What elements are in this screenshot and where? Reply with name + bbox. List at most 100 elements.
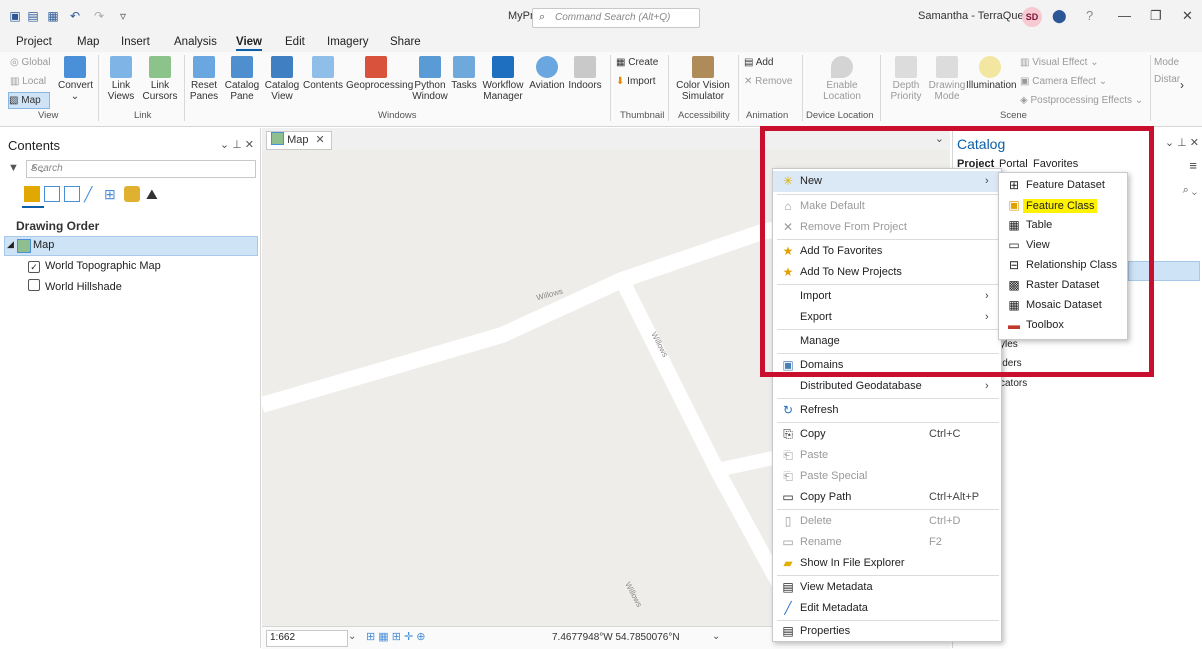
workflow-icon <box>492 56 514 78</box>
geoprocessing-button[interactable]: Geoprocessing <box>346 56 413 91</box>
postprocessing-effects-button[interactable]: ◈ Postprocessing Effects ⌄ <box>1020 95 1143 106</box>
animation-add-button[interactable]: ▤ Add <box>744 57 773 68</box>
menu-item-edit-metadata[interactable]: ╱ Edit Metadata <box>773 598 1001 619</box>
filter-icon[interactable]: ▼ <box>8 162 19 174</box>
workflow-manager-button[interactable]: Workflow Manager <box>480 56 526 102</box>
camera-effect-button[interactable]: ▣ Camera Effect ⌄ <box>1020 76 1107 87</box>
catalog-view-button[interactable]: Catalog View <box>262 56 302 102</box>
map-layer-row[interactable]: ◢ Map <box>4 236 258 256</box>
local-button[interactable]: ▥ Local <box>10 76 46 87</box>
menu-item-copy[interactable]: ⎘ Copy Ctrl+C <box>773 424 1001 445</box>
pane-options-icon[interactable]: ⌄ ⊥ ✕ <box>1165 136 1199 149</box>
tab-view[interactable]: View <box>236 36 262 51</box>
scale-dropdown-icon[interactable]: ⌄ <box>348 631 356 642</box>
menu-item-copy-path[interactable]: ▭ Copy Path Ctrl+Alt+P <box>773 487 1001 508</box>
restore-icon[interactable]: ❐ <box>1150 8 1162 24</box>
animation-remove-button[interactable]: ✕ Remove <box>744 76 792 87</box>
map-view-button[interactable]: ▧ Map <box>8 92 50 109</box>
indoors-button[interactable]: Indoors <box>566 56 604 91</box>
layer-checkbox[interactable] <box>28 279 40 291</box>
menu-item-view-metadata[interactable]: ▤ View Metadata <box>773 577 1001 598</box>
tab-project[interactable]: Project <box>16 36 52 48</box>
redo-icon[interactable]: ↷ <box>92 9 106 23</box>
command-search-input[interactable]: ⌕ Command Search (Alt+Q) <box>532 8 700 28</box>
link-cursors-button[interactable]: Link Cursors <box>140 56 180 102</box>
ribbon-divider <box>802 55 803 121</box>
map-tools-icon[interactable]: ⊞ ▦ ⊞ ✛ ⊕ <box>366 630 426 643</box>
title-bar: ▣ ▤ ▦ ↶ ↷ ▿ MyProject ⌕ Command Search (… <box>0 0 1202 34</box>
mode-button[interactable]: Mode <box>1154 57 1179 68</box>
list-by-editing-icon[interactable]: ╱ <box>84 186 100 202</box>
python-window-button[interactable]: Python Window <box>410 56 450 102</box>
refresh-icon: ↻ <box>782 403 794 417</box>
close-icon[interactable]: ✕ <box>1182 8 1193 24</box>
undo-icon[interactable]: ↶ <box>68 9 82 23</box>
map-view-tab[interactable]: Map ✕ <box>266 131 332 150</box>
list-by-snapping-icon[interactable]: ⊞ <box>104 186 120 202</box>
color-vision-simulator-button[interactable]: Color Vision Simulator <box>672 56 734 102</box>
customize-quick-access-icon[interactable]: ▿ <box>116 9 130 23</box>
tab-analysis[interactable]: Analysis <box>174 36 217 48</box>
list-by-selection-icon[interactable] <box>64 186 80 202</box>
aviation-button[interactable]: Aviation <box>528 56 566 91</box>
scale-selector[interactable]: 1:662 <box>266 630 348 647</box>
search-icon[interactable]: ⌕ ⌄ <box>1183 184 1197 197</box>
user-name[interactable]: Samantha - TerraQuest <box>918 10 1032 22</box>
depth-priority-button[interactable]: Depth Priority <box>886 56 926 102</box>
menu-item-refresh[interactable]: ↻ Refresh <box>773 400 1001 421</box>
minimize-icon[interactable]: — <box>1118 8 1131 23</box>
menu-item-delete[interactable]: ▯ Delete Ctrl+D <box>773 511 1001 532</box>
reset-panes-button[interactable]: Reset Panes <box>188 56 220 102</box>
create-thumbnail-button[interactable]: ▦ Create <box>616 57 658 68</box>
tab-share[interactable]: Share <box>390 36 421 48</box>
contents-button[interactable]: Contents <box>302 56 344 91</box>
layer-row[interactable]: World Hillshade <box>28 279 122 293</box>
tab-imagery[interactable]: Imagery <box>327 36 369 48</box>
list-by-source-icon[interactable] <box>44 186 60 202</box>
tasks-button[interactable]: Tasks <box>450 56 478 91</box>
color-vision-icon <box>692 56 714 78</box>
notifications-icon[interactable]: ⬤ <box>1052 8 1067 24</box>
menu-item-rename[interactable]: ▭ Rename F2 <box>773 532 1001 553</box>
illumination-button[interactable]: Illumination <box>966 56 1017 91</box>
menu-item-paste[interactable]: ⎗ Paste <box>773 445 1001 466</box>
catalog-pane-button[interactable]: Catalog Pane <box>224 56 260 102</box>
open-project-icon[interactable]: ▤ <box>26 9 40 23</box>
list-by-drawing-order-icon[interactable] <box>24 186 40 202</box>
drawing-mode-button[interactable]: Drawing Mode <box>928 56 966 102</box>
search-icon: ⌕ <box>539 11 546 23</box>
convert-button[interactable]: Convert ⌄ <box>58 56 93 102</box>
tab-edit[interactable]: Edit <box>285 36 305 48</box>
list-by-labeling-icon[interactable] <box>124 186 140 202</box>
help-icon[interactable]: ? <box>1086 8 1093 23</box>
menu-item-distributed-geodatabase[interactable]: Distributed Geodatabase › <box>773 376 1001 397</box>
global-button[interactable]: ◎ Global <box>10 57 50 68</box>
menu-separator <box>777 422 999 423</box>
new-project-icon[interactable]: ▣ <box>8 9 22 23</box>
save-icon[interactable]: ▦ <box>46 9 60 23</box>
layer-row[interactable]: ✓ World Topographic Map <box>28 260 161 273</box>
contents-search-input[interactable]: Search ⌕ ⌄ <box>26 160 256 178</box>
distance-button[interactable]: Distar <box>1154 74 1180 85</box>
pane-options-icon[interactable]: ⌄ ⊥ ✕ <box>220 138 254 151</box>
catalog-item[interactable]: cators <box>1000 378 1027 389</box>
menu-separator <box>777 398 999 399</box>
ribbon-scroll-right-icon[interactable]: › <box>1180 79 1184 91</box>
list-by-perspective-icon[interactable]: ⛰ <box>146 186 162 202</box>
layer-checkbox-checked[interactable]: ✓ <box>28 261 40 273</box>
tab-insert[interactable]: Insert <box>121 36 150 48</box>
menu-item-show-in-file-explorer[interactable]: ▰ Show In File Explorer <box>773 553 1001 574</box>
import-thumbnail-button[interactable]: ⬇ Import <box>616 76 656 87</box>
coordinate-format-icon[interactable]: ⌄ <box>712 631 720 642</box>
enable-location-button[interactable]: Enable Location <box>814 56 870 102</box>
menu-item-paste-special[interactable]: ⎗ Paste Special <box>773 466 1001 487</box>
visual-effect-button[interactable]: ▥ Visual Effect ⌄ <box>1020 57 1099 68</box>
menu-icon[interactable]: ≡ <box>1189 158 1197 173</box>
tab-map[interactable]: Map <box>77 36 99 48</box>
pencil-icon: ╱ <box>784 601 792 615</box>
link-views-button[interactable]: Link Views <box>104 56 138 102</box>
menu-item-properties[interactable]: ▤ Properties <box>773 621 1001 642</box>
avatar[interactable]: SD <box>1022 7 1042 27</box>
close-tab-icon[interactable]: ✕ <box>316 134 325 146</box>
collapse-arrow-icon[interactable]: ◢ <box>7 239 14 250</box>
